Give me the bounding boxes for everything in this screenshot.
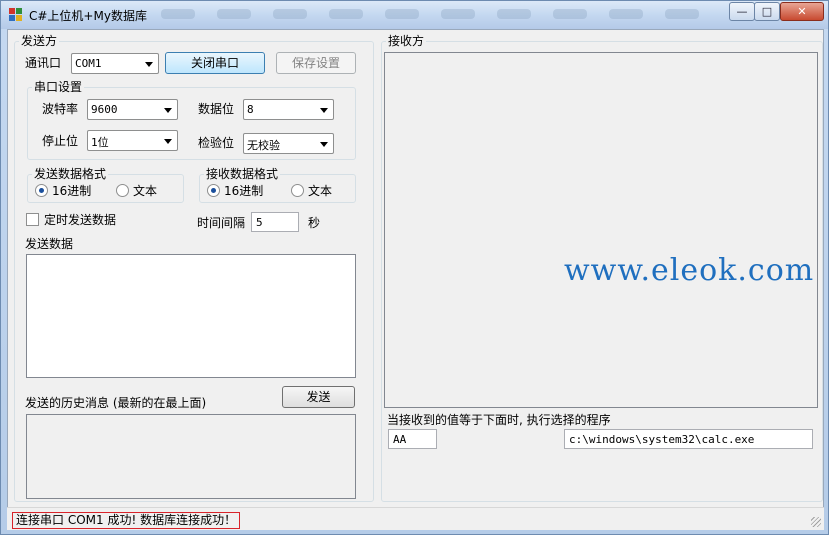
maximize-icon[interactable]: □ bbox=[754, 2, 780, 21]
trigger-label: 当接收到的值等于下面时, 执行选择的程序 bbox=[387, 413, 611, 427]
interval-unit: 秒 bbox=[308, 216, 321, 230]
baud-label: 波特率 bbox=[42, 102, 79, 116]
status-bar: 连接串口 COM1 成功! 数据库连接成功！ bbox=[7, 507, 824, 530]
receive-format-text-label[interactable]: 文本 bbox=[308, 183, 332, 199]
stopbits-select-value: 1位 bbox=[91, 136, 109, 149]
sender-group-title: 发送方 bbox=[19, 34, 60, 48]
program-path-input[interactable]: c:\windows\system32\calc.exe bbox=[564, 429, 813, 449]
baud-select[interactable]: 9600 bbox=[87, 99, 178, 120]
app-window: C#上位机+My数据库 — □ ✕ 发送方 通讯口 COM1 关闭串口 保存设置… bbox=[0, 0, 829, 535]
stopbits-label: 停止位 bbox=[42, 134, 79, 148]
timed-send-label[interactable]: 定时发送数据 bbox=[44, 212, 116, 228]
receive-format-text-radio[interactable] bbox=[291, 184, 304, 197]
window-title: C#上位机+My数据库 bbox=[29, 9, 147, 23]
minimize-icon[interactable]: — bbox=[729, 2, 755, 21]
receive-format-title: 接收数据格式 bbox=[204, 167, 281, 181]
databits-select[interactable]: 8 bbox=[243, 99, 334, 120]
resize-grip-icon[interactable] bbox=[811, 517, 821, 527]
stopbits-select[interactable]: 1位 bbox=[87, 130, 178, 151]
watermark-text: www.eleok.com bbox=[564, 253, 815, 288]
send-data-textarea[interactable] bbox=[26, 254, 356, 378]
timed-send-checkbox[interactable] bbox=[26, 213, 39, 226]
receive-format-hex-label[interactable]: 16进制 bbox=[224, 183, 263, 199]
receive-format-hex-radio[interactable] bbox=[207, 184, 220, 197]
send-format-hex-label[interactable]: 16进制 bbox=[52, 183, 91, 199]
receiver-group-title: 接收方 bbox=[386, 34, 427, 48]
received-data-textarea[interactable] bbox=[384, 52, 818, 408]
port-label: 通讯口 bbox=[25, 56, 62, 70]
baud-select-value: 9600 bbox=[91, 103, 118, 116]
interval-input-value: 5 bbox=[256, 216, 263, 229]
databits-select-value: 8 bbox=[247, 103, 254, 116]
trigger-value: AA bbox=[393, 433, 407, 446]
chevron-down-icon bbox=[164, 139, 172, 144]
chevron-down-icon bbox=[145, 62, 153, 67]
parity-select[interactable]: 无校验 bbox=[243, 133, 334, 154]
send-format-text-radio[interactable] bbox=[116, 184, 129, 197]
port-select[interactable]: COM1 bbox=[71, 53, 159, 74]
interval-label: 时间间隔 bbox=[197, 216, 246, 230]
status-message: 连接串口 COM1 成功! 数据库连接成功！ bbox=[12, 512, 241, 529]
send-format-title: 发送数据格式 bbox=[32, 167, 109, 181]
receive-format-group: 接收数据格式 bbox=[199, 167, 356, 203]
parity-label: 检验位 bbox=[198, 136, 235, 150]
app-icon bbox=[9, 8, 23, 22]
serial-settings-title: 串口设置 bbox=[32, 80, 85, 94]
interval-input[interactable]: 5 bbox=[251, 212, 299, 232]
databits-label: 数据位 bbox=[198, 102, 235, 116]
send-format-group: 发送数据格式 bbox=[27, 167, 184, 203]
close-icon[interactable]: ✕ bbox=[780, 2, 824, 21]
history-label: 发送的历史消息 (最新的在最上面) bbox=[25, 396, 207, 410]
history-textarea[interactable] bbox=[26, 414, 356, 499]
chevron-down-icon bbox=[164, 108, 172, 113]
send-data-label: 发送数据 bbox=[25, 237, 74, 251]
chevron-down-icon bbox=[320, 142, 328, 147]
close-port-button[interactable]: 关闭串口 bbox=[165, 52, 265, 74]
chevron-down-icon bbox=[320, 108, 328, 113]
send-button[interactable]: 发送 bbox=[282, 386, 355, 408]
blurred-taskbar-region bbox=[161, 9, 701, 23]
program-path-value: c:\windows\system32\calc.exe bbox=[569, 433, 755, 446]
send-format-hex-radio[interactable] bbox=[35, 184, 48, 197]
trigger-value-input[interactable]: AA bbox=[388, 429, 437, 449]
save-settings-button[interactable]: 保存设置 bbox=[276, 52, 356, 74]
port-select-value: COM1 bbox=[75, 57, 102, 70]
send-format-text-label[interactable]: 文本 bbox=[133, 183, 157, 199]
title-bar[interactable]: C#上位机+My数据库 — □ ✕ bbox=[1, 1, 828, 29]
parity-select-value: 无校验 bbox=[247, 139, 280, 152]
